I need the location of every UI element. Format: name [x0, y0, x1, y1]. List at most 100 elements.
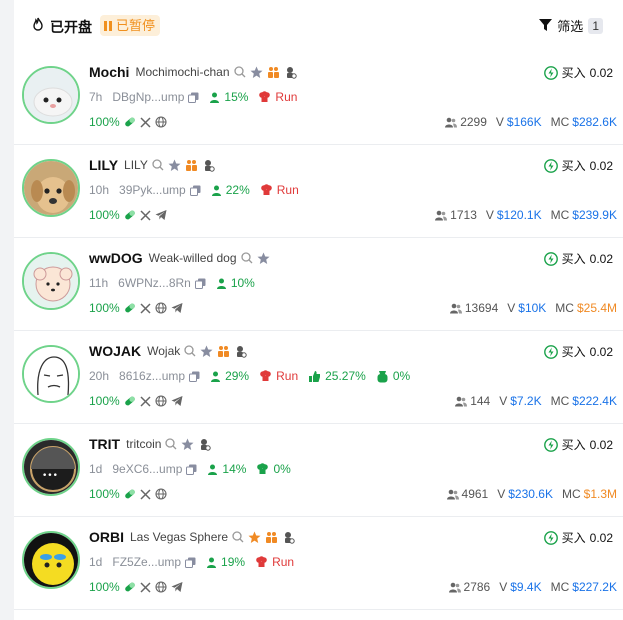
lightning-icon: [543, 344, 558, 359]
search-icon[interactable]: [240, 252, 253, 264]
website-icon[interactable]: [155, 395, 167, 407]
search-icon[interactable]: [233, 66, 246, 78]
mc-value: $25.4M: [576, 301, 617, 315]
quick-buy-button[interactable]: 买入 0.02: [543, 529, 613, 546]
volume-value: $10K: [518, 301, 547, 315]
token-meta-line: 10h 39Pyk...ump 22% Run: [89, 183, 299, 197]
x-twitter-icon[interactable]: [140, 302, 151, 314]
token-avatar[interactable]: [22, 159, 80, 217]
token-title-line: ORBI Las Vegas Sphere: [89, 529, 295, 545]
token-meta-line: 11h 6WPNz...8Rn 10%: [89, 276, 255, 290]
holder-percent: 15%: [224, 90, 249, 104]
mc-prefix: MC: [550, 580, 570, 594]
holders-icon: [448, 582, 461, 593]
x-twitter-icon[interactable]: [140, 488, 151, 500]
holders-icon: [449, 303, 462, 314]
telegram-icon[interactable]: [155, 209, 167, 221]
buy-amount: 0.02: [589, 437, 613, 452]
search-icon[interactable]: [165, 438, 177, 450]
token-avatar[interactable]: [22, 252, 80, 310]
holders-count: 13694: [464, 301, 499, 315]
mc-prefix: MC: [550, 394, 570, 408]
token-avatar[interactable]: [22, 345, 80, 403]
holder-percent: 29%: [225, 369, 250, 383]
buy-label: 买入: [561, 252, 586, 266]
filter-button[interactable]: 筛选 1: [539, 16, 603, 35]
token-row[interactable]: LILY LILY 10h 39Pyk...ump 22% Run 100% 买…: [14, 145, 623, 238]
telegram-icon[interactable]: [171, 581, 183, 593]
chef-percent: 0%: [273, 462, 291, 476]
token-name: Las Vegas Sphere: [130, 530, 229, 544]
lightning-icon: [543, 158, 558, 173]
copy-icon[interactable]: [194, 278, 206, 289]
bonding-progress: 100%: [89, 394, 120, 408]
mc-value: $227.2K: [572, 580, 617, 594]
token-row[interactable]: ORBI Las Vegas Sphere 1d FZ5Ze...ump 19%…: [14, 517, 623, 610]
token-title-line: Mochi Mochimochi-chan: [89, 64, 297, 80]
volume-prefix: V: [499, 394, 508, 408]
token-avatar[interactable]: •••: [22, 438, 80, 496]
search-icon[interactable]: [152, 159, 164, 171]
buy-label: 买入: [561, 531, 586, 545]
website-icon[interactable]: [155, 488, 167, 500]
lightning-icon: [543, 251, 558, 266]
lightning-icon: [543, 437, 558, 452]
list-header: 已开盘 已暂停 筛选 1: [14, 0, 623, 52]
copy-icon[interactable]: [186, 464, 197, 475]
holders-count: 144: [470, 394, 491, 408]
x-twitter-icon[interactable]: [140, 209, 151, 221]
token-stats: 144 V $7.2K MC $222.4K: [455, 394, 617, 408]
mc-prefix: MC: [561, 487, 581, 501]
token-row[interactable]: wwDOG Weak-willed dog 11h 6WPNz...8Rn 10…: [14, 238, 623, 331]
website-icon[interactable]: [155, 581, 167, 593]
x-twitter-icon[interactable]: [140, 116, 151, 128]
website-icon[interactable]: [155, 302, 167, 314]
token-row[interactable]: Mochi Mochimochi-chan 7h DBgNp...ump 15%…: [14, 52, 623, 145]
copy-icon[interactable]: [189, 371, 200, 382]
thumb-percent: 25.27%: [325, 369, 366, 383]
run-label: Run: [272, 555, 295, 569]
volume-value: $9.4K: [510, 580, 542, 594]
telegram-icon[interactable]: [171, 395, 183, 407]
copy-icon[interactable]: [188, 92, 199, 103]
dev-team-icon: [267, 66, 280, 79]
filter-count-badge: 1: [588, 17, 603, 34]
quick-buy-button[interactable]: 买入 0.02: [543, 250, 613, 267]
x-twitter-icon[interactable]: [140, 395, 151, 407]
token-row[interactable]: WOJAK Wojak 20h 8616z...ump 29% Run 25.2…: [14, 331, 623, 424]
token-stats: 2786 V $9.4K MC $227.2K: [448, 580, 617, 594]
quick-buy-button[interactable]: 买入 0.02: [543, 157, 613, 174]
paused-badge[interactable]: 已暂停: [100, 15, 161, 36]
quick-buy-button[interactable]: 买入 0.02: [543, 64, 613, 81]
token-links-line: 100%: [89, 208, 167, 222]
quick-buy-button[interactable]: 买入 0.02: [543, 343, 613, 360]
star-icon: [248, 531, 261, 544]
token-title-line: wwDOG Weak-willed dog: [89, 250, 270, 266]
copy-icon[interactable]: [185, 557, 196, 568]
token-title-line: LILY LILY: [89, 157, 215, 173]
quick-buy-button[interactable]: 买入 0.02: [543, 436, 613, 453]
copy-icon[interactable]: [189, 185, 201, 196]
x-twitter-icon[interactable]: [140, 581, 151, 593]
thumb-icon: [308, 370, 321, 383]
website-icon[interactable]: [155, 116, 167, 128]
telegram-icon[interactable]: [171, 302, 183, 314]
svg-text:•••: •••: [42, 471, 58, 481]
token-symbol: WOJAK: [89, 343, 142, 359]
buy-label: 买入: [561, 345, 586, 359]
buy-label: 买入: [561, 159, 586, 173]
token-symbol: LILY: [89, 157, 119, 173]
search-icon[interactable]: [184, 345, 196, 357]
token-avatar[interactable]: [22, 66, 80, 124]
pill-icon: [124, 209, 136, 221]
search-icon[interactable]: [232, 531, 244, 543]
buy-amount: 0.02: [589, 65, 613, 80]
token-avatar[interactable]: [22, 531, 80, 589]
holders-icon: [435, 210, 448, 221]
token-address: 39Pyk...ump: [119, 183, 186, 197]
token-row[interactable]: ••• TRIT tritcoin 1d 9eXC6...ump 14% 0% …: [14, 424, 623, 517]
token-stats: 13694 V $10K MC $25.4M: [449, 301, 617, 315]
token-address: 6WPNz...8Rn: [118, 276, 191, 290]
bonding-progress: 100%: [89, 208, 120, 222]
volume-prefix: V: [495, 115, 504, 129]
